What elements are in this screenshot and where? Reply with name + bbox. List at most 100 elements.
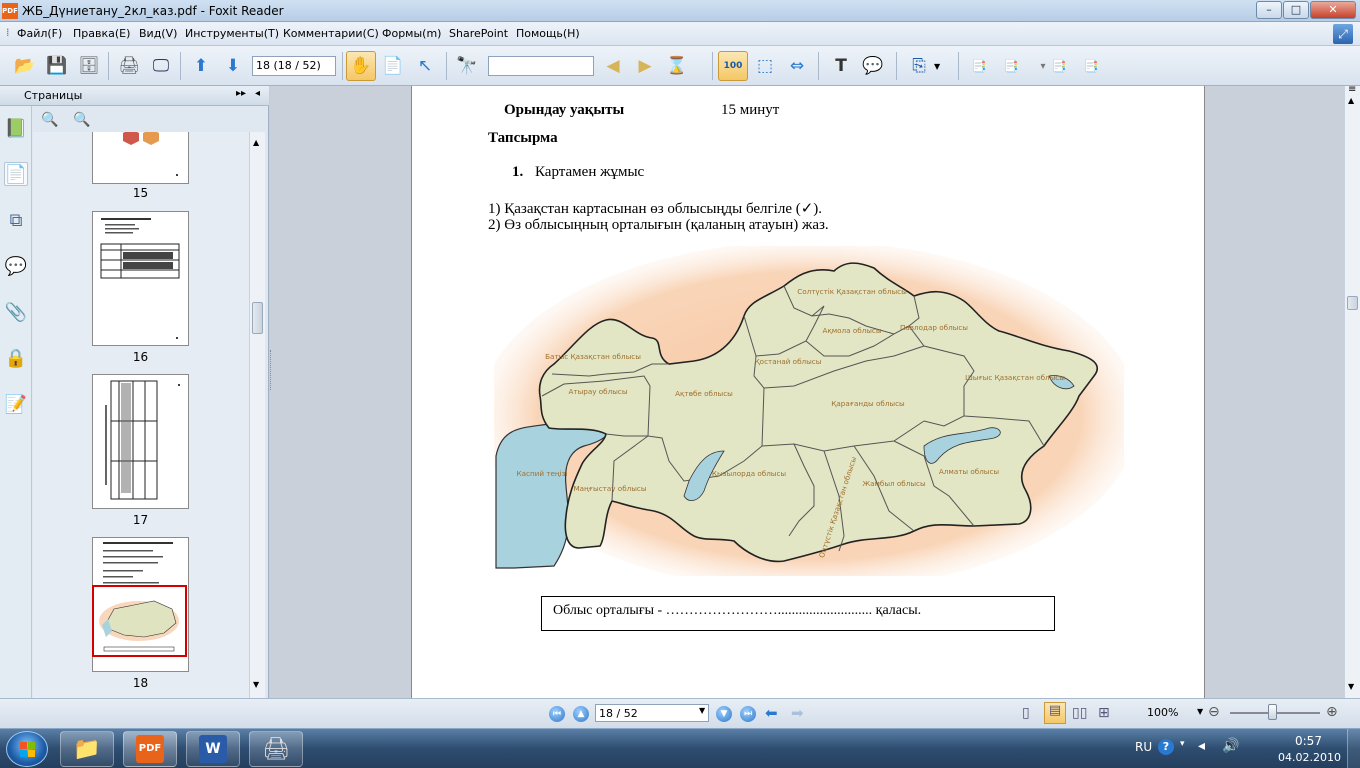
- find-previous-icon[interactable]: ◀: [598, 51, 628, 81]
- pdf-merge-icon[interactable]: 📑: [1076, 51, 1106, 81]
- panel-collapse-icon[interactable]: ◂: [255, 88, 260, 99]
- panel-tabs: 📗 📄 ⧉ 💬 📎 🔒 📝: [0, 106, 32, 698]
- create-pdf-icon[interactable]: 📑: [964, 51, 994, 81]
- menu-comments[interactable]: Комментарии(C): [283, 27, 379, 40]
- foxit-taskbar-button[interactable]: PDF: [123, 731, 177, 767]
- menu-grip-icon: ⁞: [6, 26, 10, 39]
- language-indicator[interactable]: RU: [1135, 740, 1152, 754]
- attachments-icon[interactable]: 📎: [4, 300, 28, 324]
- comments-icon[interactable]: 💬: [4, 254, 28, 278]
- start-button[interactable]: [6, 731, 48, 767]
- menu-bar: ⁞ Файл(F) Правка(E) Вид(V) Инструменты(T…: [0, 22, 1360, 46]
- next-page-icon[interactable]: ▼: [716, 706, 732, 722]
- zoom-out-icon[interactable]: ⊖: [1208, 704, 1220, 720]
- menu-tools[interactable]: Инструменты(T): [185, 27, 279, 40]
- splitter-grip[interactable]: [270, 350, 276, 390]
- select-pointer-icon[interactable]: ↖: [410, 51, 440, 81]
- split-handle-icon[interactable]: ≡: [1348, 84, 1356, 95]
- next-page-icon[interactable]: ⬇: [218, 51, 248, 81]
- convert-pdf-icon[interactable]: 📑: [996, 51, 1026, 81]
- chevron-down-icon[interactable]: ▼: [934, 62, 940, 71]
- zoom-in-icon[interactable]: ⊕: [1326, 704, 1338, 720]
- show-desktop-button[interactable]: [1347, 729, 1360, 768]
- zoom-slider-thumb[interactable]: [1268, 704, 1277, 720]
- page-thumbnail-15[interactable]: [92, 132, 189, 184]
- thumbnail-scrollbar[interactable]: ▲ ▼: [249, 132, 265, 698]
- answer-box[interactable]: Облыс орталығы - ……………………...............…: [541, 596, 1055, 631]
- menu-view[interactable]: Вид(V): [139, 27, 177, 40]
- explorer-taskbar-button[interactable]: 📁: [60, 731, 114, 767]
- continuous-page-icon[interactable]: ▤: [1044, 702, 1066, 724]
- thumbnail-tools: 🔍 🔍: [33, 108, 249, 132]
- layers-icon[interactable]: ⧉: [4, 208, 28, 232]
- expand-icon[interactable]: ⤢: [1333, 24, 1353, 44]
- help-icon[interactable]: ?: [1158, 739, 1174, 755]
- scroll-down-arrow-icon[interactable]: ▼: [253, 680, 259, 689]
- typewriter-icon[interactable]: T: [826, 51, 856, 81]
- region-label-east: Шығыс Қазақстан облысы: [965, 373, 1065, 382]
- page-dropdown-chevron-down-icon[interactable]: ▼: [699, 706, 705, 715]
- previous-page-icon[interactable]: ▲: [573, 706, 589, 722]
- save-all-icon[interactable]: 🗄: [74, 51, 104, 81]
- email-icon[interactable]: 🖵: [146, 51, 176, 81]
- search-input[interactable]: [488, 56, 594, 76]
- tray-arrow-icon[interactable]: ▾: [1180, 739, 1185, 749]
- volume-icon[interactable]: 🔊: [1222, 738, 1239, 754]
- go-forward-arrow-icon[interactable]: ➡: [791, 704, 804, 722]
- bookmarks-icon[interactable]: 📗: [4, 116, 28, 140]
- previous-page-icon[interactable]: ⬆: [186, 51, 216, 81]
- zoom-in-thumb-icon[interactable]: 🔍: [41, 112, 58, 128]
- save-icon[interactable]: 💾: [42, 51, 72, 81]
- maximize-button[interactable]: □: [1283, 1, 1309, 19]
- scroll-thumb[interactable]: [252, 302, 263, 334]
- open-folder-icon[interactable]: 📂: [10, 51, 40, 81]
- scroll-up-arrow-icon[interactable]: ▲: [253, 138, 259, 147]
- go-back-arrow-icon[interactable]: ⬅: [765, 704, 778, 722]
- fit-page-icon[interactable]: ⬚: [750, 51, 780, 81]
- panel-expand-icon[interactable]: ▸▸: [236, 88, 246, 99]
- zoom-dropdown-chevron-down-icon[interactable]: ▼: [1197, 707, 1203, 716]
- menu-edit[interactable]: Правка(E): [73, 27, 130, 40]
- close-button[interactable]: ✕: [1310, 1, 1356, 19]
- document-scrollbar[interactable]: ≡ ▲ ▼: [1344, 84, 1360, 698]
- scroll-up-arrow-icon[interactable]: ▲: [1348, 96, 1354, 105]
- menu-sharepoint[interactable]: SharePoint: [449, 27, 508, 40]
- print-icon[interactable]: 🖨: [114, 51, 144, 81]
- single-page-icon[interactable]: ▯: [1022, 705, 1030, 721]
- clock-time[interactable]: 0:57: [1295, 734, 1322, 748]
- search-options-icon[interactable]: ⌛: [662, 51, 692, 81]
- actual-size-icon[interactable]: 100: [718, 51, 748, 81]
- security-lock-icon[interactable]: 🔒: [4, 346, 28, 370]
- facing-pages-icon[interactable]: ▯▯: [1072, 705, 1087, 721]
- instruction-2: 2) Өз облысыңның орталығын (қаланың атау…: [488, 217, 829, 233]
- pages-icon[interactable]: 📄: [4, 162, 28, 186]
- page-number-input[interactable]: 18 / 52: [595, 704, 709, 722]
- continuous-facing-icon[interactable]: ⊞: [1098, 705, 1110, 721]
- snapshot-icon[interactable]: ⎘: [904, 51, 934, 81]
- zoom-out-thumb-icon[interactable]: 🔍: [73, 112, 90, 128]
- clock-date[interactable]: 04.02.2010: [1278, 751, 1341, 764]
- find-next-icon[interactable]: ▶: [630, 51, 660, 81]
- page-thumbnail-17[interactable]: [92, 374, 189, 509]
- scroll-thumb[interactable]: [1347, 296, 1358, 310]
- last-page-icon[interactable]: ⏭: [740, 706, 756, 722]
- tray-expand-icon[interactable]: ◂: [1198, 738, 1205, 754]
- zoom-level[interactable]: 100%: [1147, 706, 1178, 719]
- signature-icon[interactable]: 📝: [4, 392, 28, 416]
- note-icon[interactable]: 💬: [858, 51, 888, 81]
- select-text-icon[interactable]: 📄: [378, 51, 408, 81]
- menu-file[interactable]: Файл(F): [17, 27, 62, 40]
- find-binoculars-icon[interactable]: 🔭: [452, 51, 482, 81]
- pdf-export-icon[interactable]: 📑: [1044, 51, 1074, 81]
- menu-help[interactable]: Помощь(H): [516, 27, 580, 40]
- menu-forms[interactable]: Формы(m): [382, 27, 441, 40]
- fit-width-icon[interactable]: ⇔: [782, 51, 812, 81]
- word-taskbar-button[interactable]: W: [186, 731, 240, 767]
- first-page-icon[interactable]: ⏮: [549, 706, 565, 722]
- scroll-down-arrow-icon[interactable]: ▼: [1348, 682, 1354, 691]
- page-number-input[interactable]: 18 (18 / 52): [252, 56, 336, 76]
- hand-tool-icon[interactable]: ✋: [346, 51, 376, 81]
- printer-taskbar-button[interactable]: 🖨: [249, 731, 303, 767]
- page-thumbnail-16[interactable]: [92, 211, 189, 346]
- minimize-button[interactable]: –: [1256, 1, 1282, 19]
